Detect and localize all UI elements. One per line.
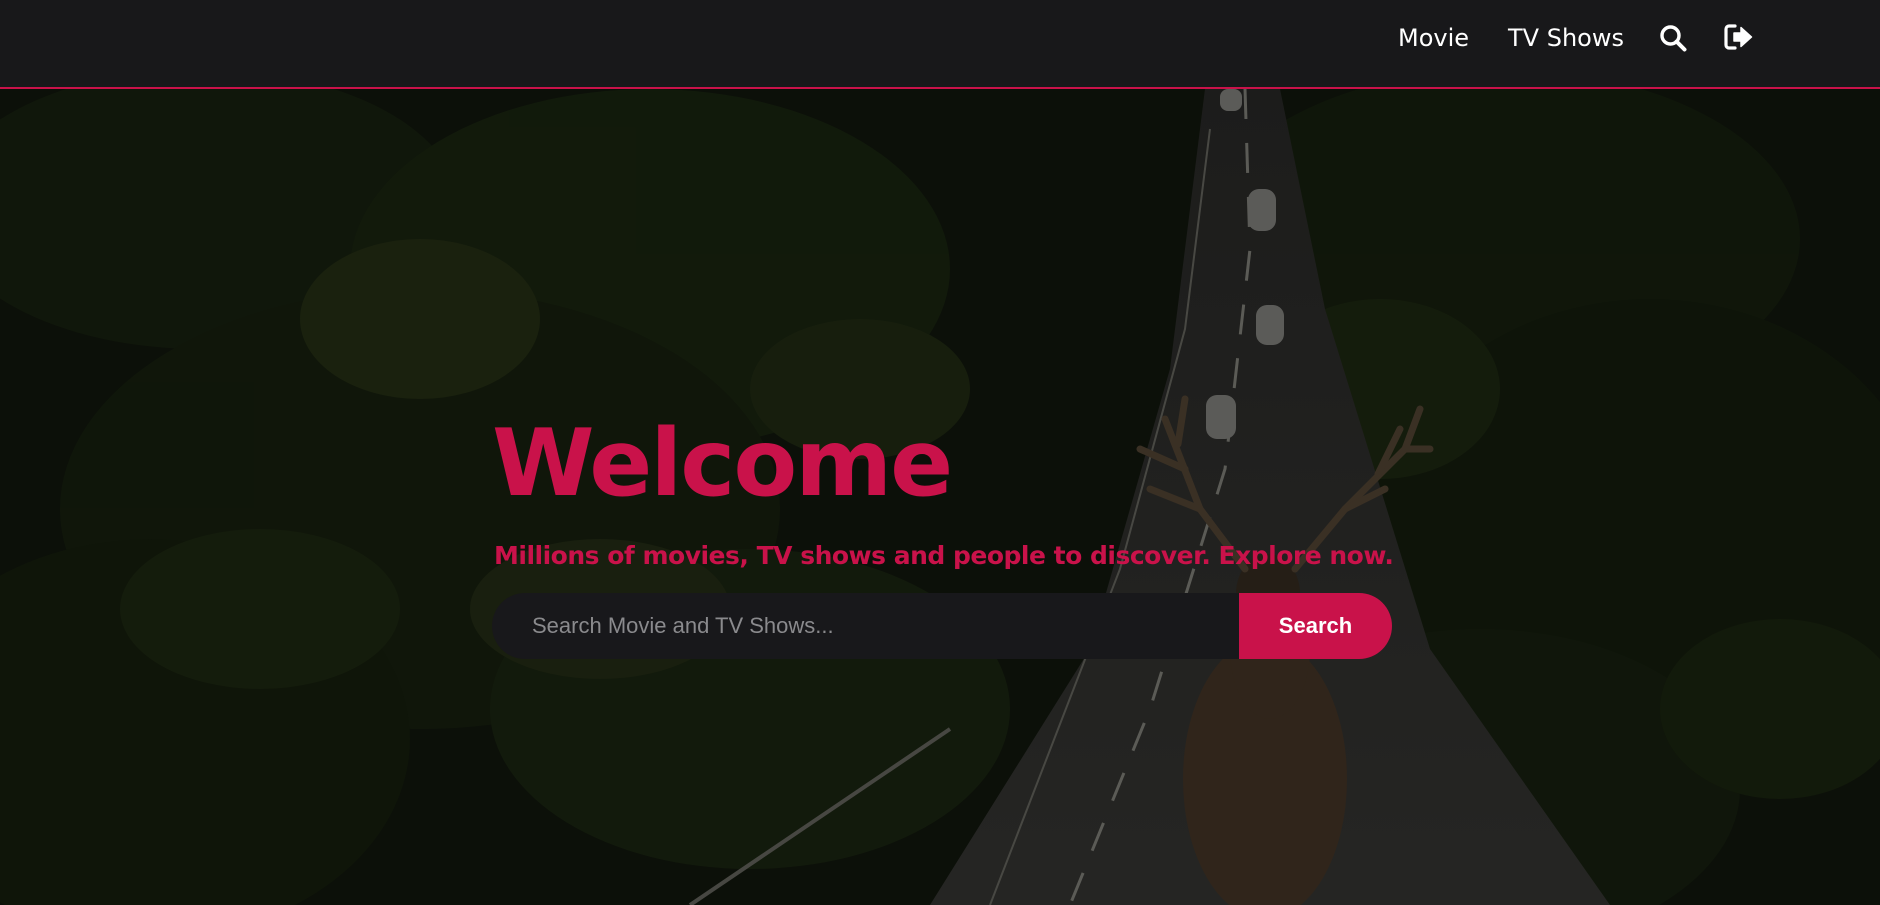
top-navbar: Movie TV Shows [0,0,1880,89]
search-icon[interactable] [1659,24,1687,52]
search-input[interactable] [492,593,1239,659]
search-button[interactable]: Search [1239,593,1392,659]
nav-tv-shows-link[interactable]: TV Shows [1508,24,1624,52]
logout-icon[interactable] [1724,23,1754,51]
hero-section: Welcome Millions of movies, TV shows and… [0,89,1880,905]
nav-movie-link[interactable]: Movie [1398,24,1469,52]
hero-subtitle: Millions of movies, TV shows and people … [494,541,1394,570]
hero-title: Welcome [492,409,953,517]
hero-search-form: Search [492,593,1392,659]
